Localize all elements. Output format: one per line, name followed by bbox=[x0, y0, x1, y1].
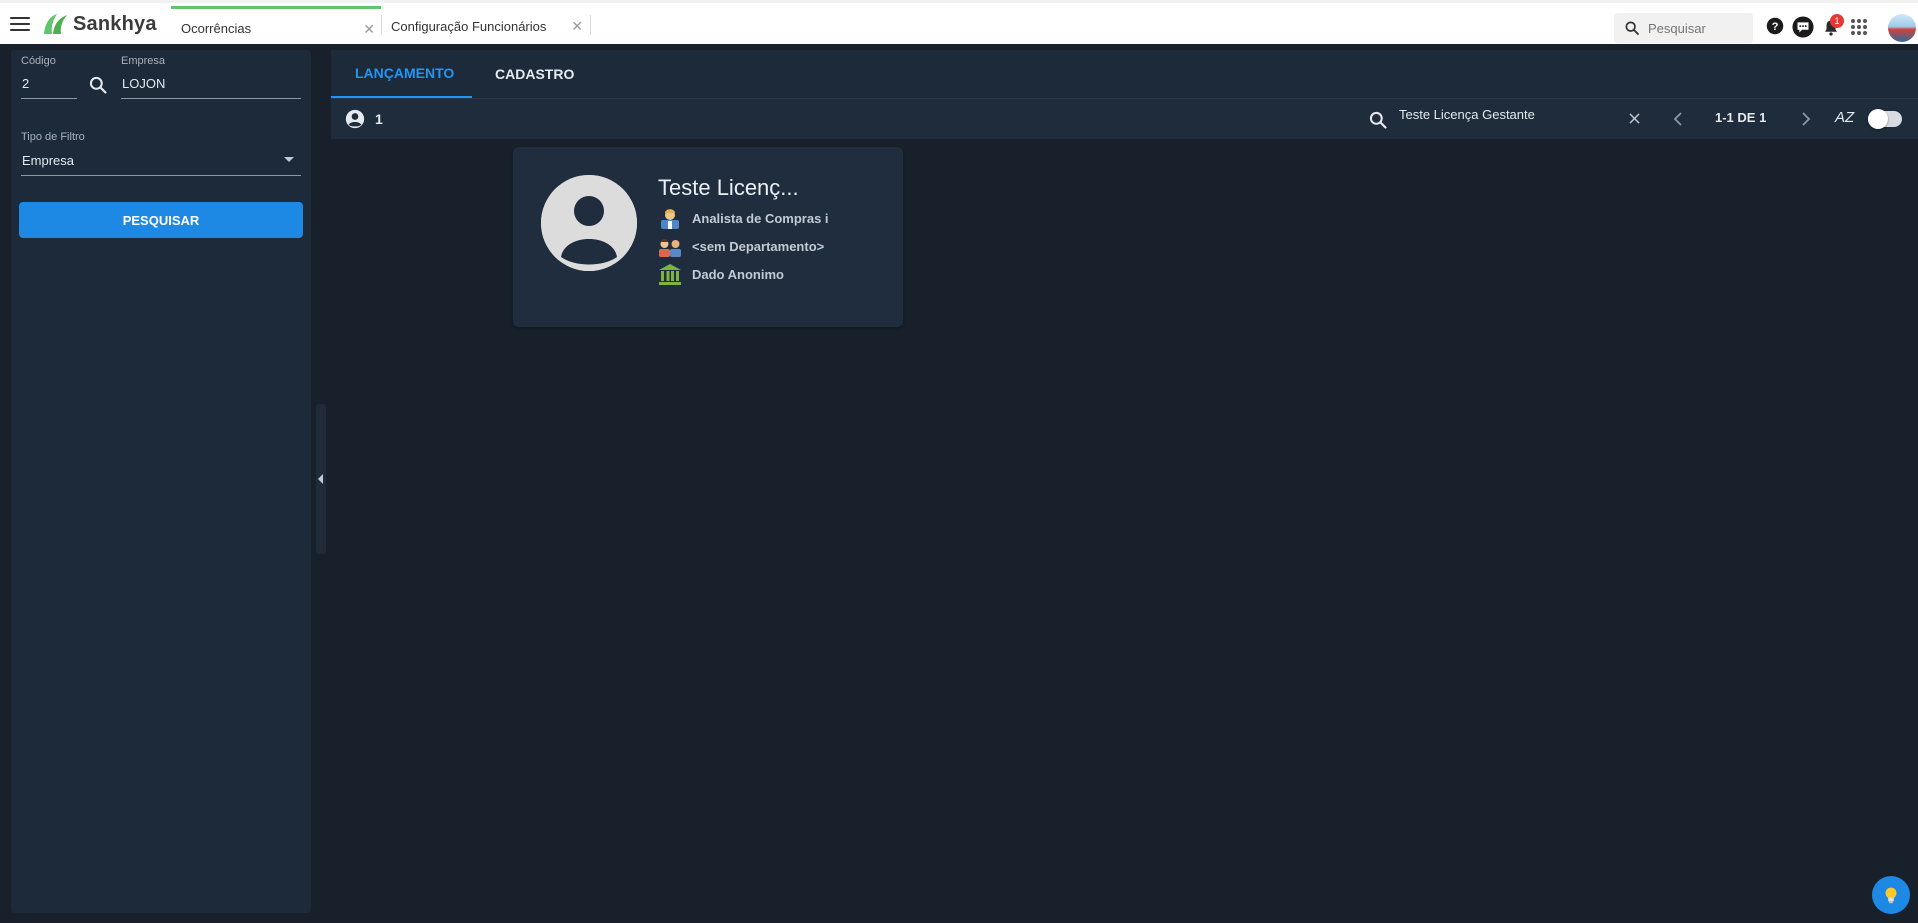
tab-label: Configuração Funcionários bbox=[391, 19, 547, 34]
codigo-underline bbox=[21, 98, 77, 99]
close-icon[interactable]: ✕ bbox=[571, 18, 583, 35]
search-icon bbox=[1625, 21, 1639, 35]
main-tabs-bar: LANÇAMENTO CADASTRO bbox=[331, 50, 1918, 98]
collapse-panel-handle[interactable] bbox=[316, 404, 326, 554]
tipo-filtro-select[interactable]: Empresa bbox=[22, 153, 74, 168]
svg-text:?: ? bbox=[1772, 21, 1779, 33]
help-icon[interactable]: ? bbox=[1766, 17, 1784, 35]
user-circle-icon bbox=[345, 109, 365, 129]
tab-cadastro[interactable]: CADASTRO bbox=[495, 50, 574, 98]
chevron-left-icon[interactable] bbox=[1673, 112, 1683, 126]
empresa-label: Empresa bbox=[121, 55, 166, 67]
chevron-right-icon[interactable] bbox=[1801, 112, 1811, 126]
chevron-left-icon bbox=[318, 474, 323, 484]
user-avatar[interactable] bbox=[1888, 14, 1916, 42]
employee-name: Teste Licenç... bbox=[658, 175, 799, 200]
team-icon bbox=[659, 239, 681, 257]
tipo-filtro-label: Tipo de Filtro bbox=[21, 131, 85, 143]
empresa-field[interactable]: LOJON bbox=[122, 76, 165, 91]
results-search-input[interactable] bbox=[1399, 107, 1619, 122]
banco-text: Dado Anonimo bbox=[692, 266, 784, 282]
logo[interactable]: Sankhya bbox=[41, 12, 157, 36]
departamento-row: <sem Departamento> bbox=[658, 235, 824, 257]
clear-search-icon[interactable] bbox=[1629, 113, 1640, 124]
lightbulb-icon bbox=[1885, 887, 1897, 904]
filter-panel: Código 2 Empresa LOJON Tipo de Filtro Em… bbox=[11, 50, 311, 913]
search-icon[interactable] bbox=[1368, 110, 1388, 130]
tab-configuracao-funcionarios[interactable]: Configuração Funcionários ✕ bbox=[381, 6, 589, 47]
employee-card[interactable]: Teste Licenç... Analista de Compras i <s… bbox=[513, 147, 903, 327]
banco-row: Dado Anonimo bbox=[658, 263, 784, 285]
tab-label: Ocorrências bbox=[181, 20, 252, 36]
bank-icon bbox=[659, 264, 681, 285]
sort-az-icon[interactable]: AZ bbox=[1835, 109, 1854, 126]
tipo-filtro-underline bbox=[21, 175, 301, 176]
brand-name: Sankhya bbox=[73, 12, 157, 35]
toggle-knob bbox=[1868, 109, 1888, 129]
notification-badge: 1 bbox=[1830, 14, 1844, 28]
pagination-label: 1-1 DE 1 bbox=[1715, 110, 1767, 125]
chat-icon[interactable] bbox=[1792, 16, 1814, 38]
worker-icon bbox=[661, 209, 679, 229]
cargo-text: Analista de Compras i bbox=[692, 210, 829, 226]
results-toolbar: 1 AZ bbox=[331, 98, 1918, 139]
empresa-underline bbox=[121, 98, 301, 99]
pesquisar-button[interactable]: PESQUISAR bbox=[19, 202, 303, 238]
departamento-text: <sem Departamento> bbox=[692, 238, 825, 254]
top-bar: Sankhya Ocorrências ✕ Configuração Funci… bbox=[0, 0, 1918, 44]
cargo-row: Analista de Compras i bbox=[658, 207, 829, 229]
close-icon[interactable]: ✕ bbox=[363, 21, 375, 38]
global-search[interactable] bbox=[1614, 13, 1753, 43]
sankhya-logo-icon bbox=[44, 14, 67, 34]
search-input[interactable] bbox=[1648, 20, 1748, 36]
floating-assistant-button[interactable] bbox=[1872, 876, 1910, 914]
tab-divider bbox=[590, 15, 591, 35]
tab-ocorrencias[interactable]: Ocorrências ✕ bbox=[171, 6, 381, 47]
view-toggle[interactable] bbox=[1868, 109, 1902, 129]
apps-grid-icon[interactable] bbox=[1850, 18, 1868, 36]
codigo-field[interactable]: 2 bbox=[22, 76, 29, 91]
dropdown-arrow-icon[interactable] bbox=[283, 156, 295, 164]
avatar bbox=[541, 175, 637, 271]
person-placeholder-icon bbox=[541, 175, 637, 271]
results-count: 1 bbox=[375, 111, 383, 127]
search-icon[interactable] bbox=[88, 75, 108, 95]
menu-icon[interactable] bbox=[10, 17, 30, 33]
tab-lancamento[interactable]: LANÇAMENTO bbox=[331, 50, 472, 98]
codigo-label: Código bbox=[21, 55, 56, 67]
